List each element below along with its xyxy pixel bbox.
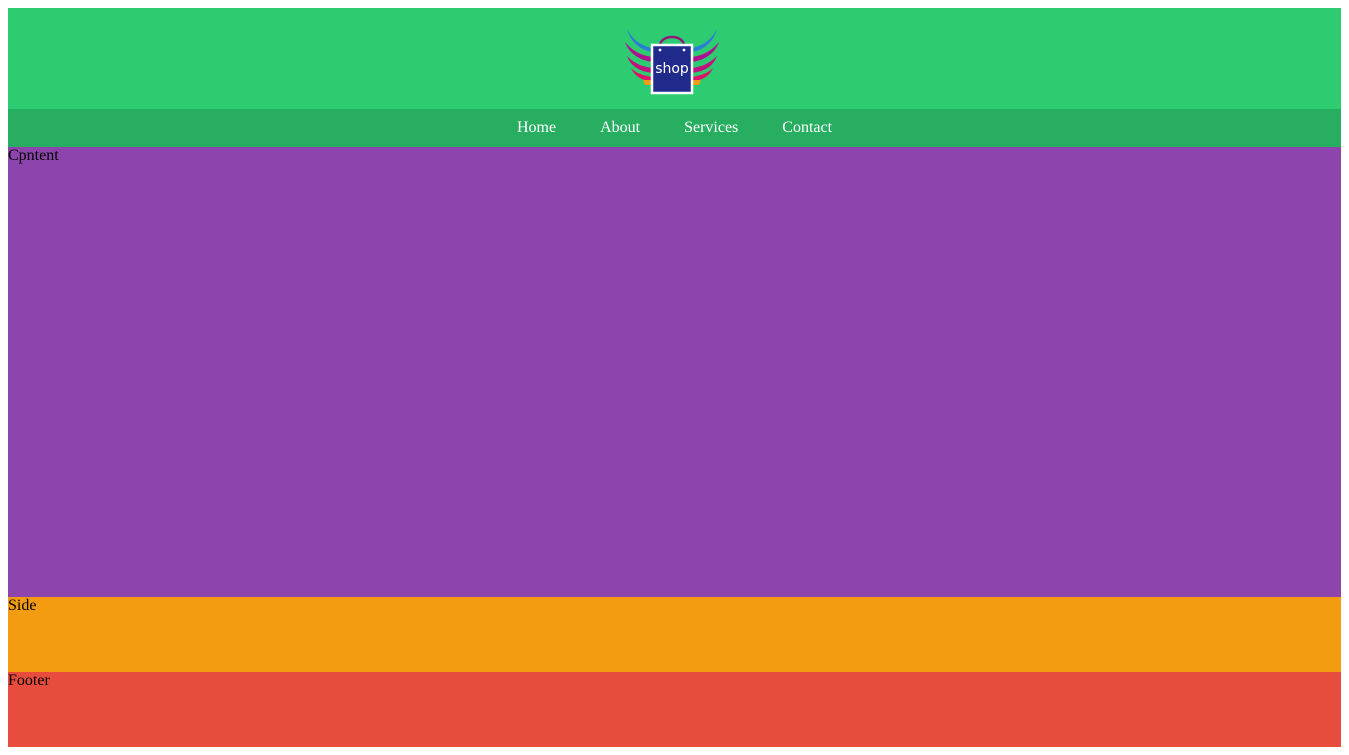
nav-link-contact[interactable]: Contact [782, 109, 832, 147]
nav-link-services[interactable]: Services [684, 109, 738, 147]
content-label: Cpntent [8, 147, 59, 164]
main-nav: Home About Services Contact [8, 109, 1341, 147]
content-section: Cpntent [8, 147, 1341, 597]
footer-label: Footer [8, 672, 50, 689]
nav-link-home[interactable]: Home [517, 109, 556, 147]
side-label: Side [8, 597, 37, 614]
logo-text: shop [655, 61, 689, 77]
nav-link-about[interactable]: About [600, 109, 640, 147]
page: shop Home About Services Contact Cpntent… [8, 8, 1341, 747]
header: shop [8, 8, 1341, 109]
footer: Footer [8, 672, 1341, 747]
side-section: Side [8, 597, 1341, 672]
winged-shopping-bag-icon[interactable]: shop [625, 26, 719, 96]
